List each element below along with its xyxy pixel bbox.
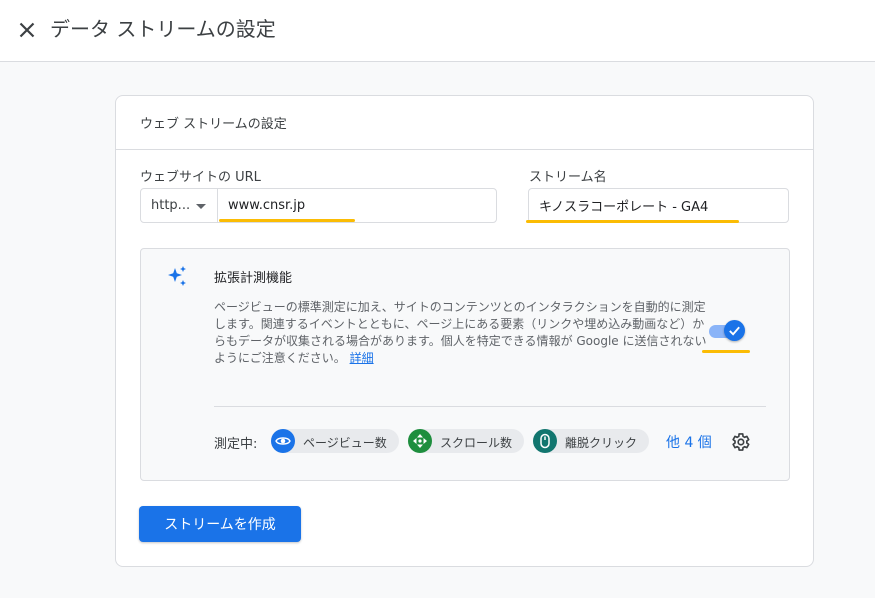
protocol-select[interactable]: http... (140, 188, 218, 223)
enhanced-measurement-panel: 拡張計測機能 ページビューの標準測定に加え、サイトのコンテンツとのインタラクショ… (140, 248, 790, 481)
scroll-arrows-icon (408, 429, 432, 453)
website-url-label: ウェブサイトの URL (140, 170, 261, 185)
url-highlight-underline (219, 219, 355, 222)
stream-name-input[interactable] (528, 188, 789, 223)
enhanced-measurement-description: ページビューの標準測定に加え、サイトのコンテンツとのインタラクションを自動的に測… (214, 299, 710, 367)
outbound-clicks-chip[interactable]: 離脱クリック (533, 429, 650, 453)
create-stream-button[interactable]: ストリームを作成 (139, 506, 301, 542)
enhanced-measurement-toggle[interactable] (707, 319, 747, 343)
chip-label: ページビュー数 (303, 436, 387, 450)
dropdown-caret-icon (196, 204, 206, 209)
stream-name-highlight-underline (526, 220, 739, 223)
details-link[interactable]: 詳細 (350, 351, 374, 365)
card-header-title: ウェブ ストリームの設定 (116, 96, 813, 150)
toggle-highlight-underline (702, 350, 750, 353)
gear-icon[interactable] (729, 431, 751, 453)
close-icon[interactable] (14, 17, 40, 43)
sparkle-icon (165, 265, 189, 289)
divider (214, 406, 766, 407)
top-bar: データ ストリームの設定 (0, 0, 875, 62)
website-url-input[interactable] (217, 188, 497, 223)
protocol-value: http... (151, 198, 191, 213)
chip-label: スクロール数 (440, 436, 513, 450)
eye-icon (271, 429, 295, 453)
description-text: ページビューの標準測定に加え、サイトのコンテンツとのインタラクションを自動的に測… (214, 300, 707, 365)
page-views-chip[interactable]: ページビュー数 (271, 429, 399, 453)
check-icon (729, 326, 740, 336)
enhanced-measurement-title: 拡張計測機能 (214, 271, 293, 286)
stream-name-label: ストリーム名 (529, 170, 607, 185)
web-stream-settings-card: ウェブ ストリームの設定 ウェブサイトの URL ストリーム名 http... … (115, 95, 814, 567)
chip-label: 離脱クリック (565, 436, 638, 450)
measuring-label: 測定中: (214, 437, 258, 452)
scrolls-chip[interactable]: スクロール数 (408, 429, 525, 453)
page-title: データ ストリームの設定 (50, 17, 276, 41)
toggle-knob (724, 320, 745, 341)
mouse-icon (533, 429, 557, 453)
more-events-link[interactable]: 他 4 個 (666, 432, 712, 452)
